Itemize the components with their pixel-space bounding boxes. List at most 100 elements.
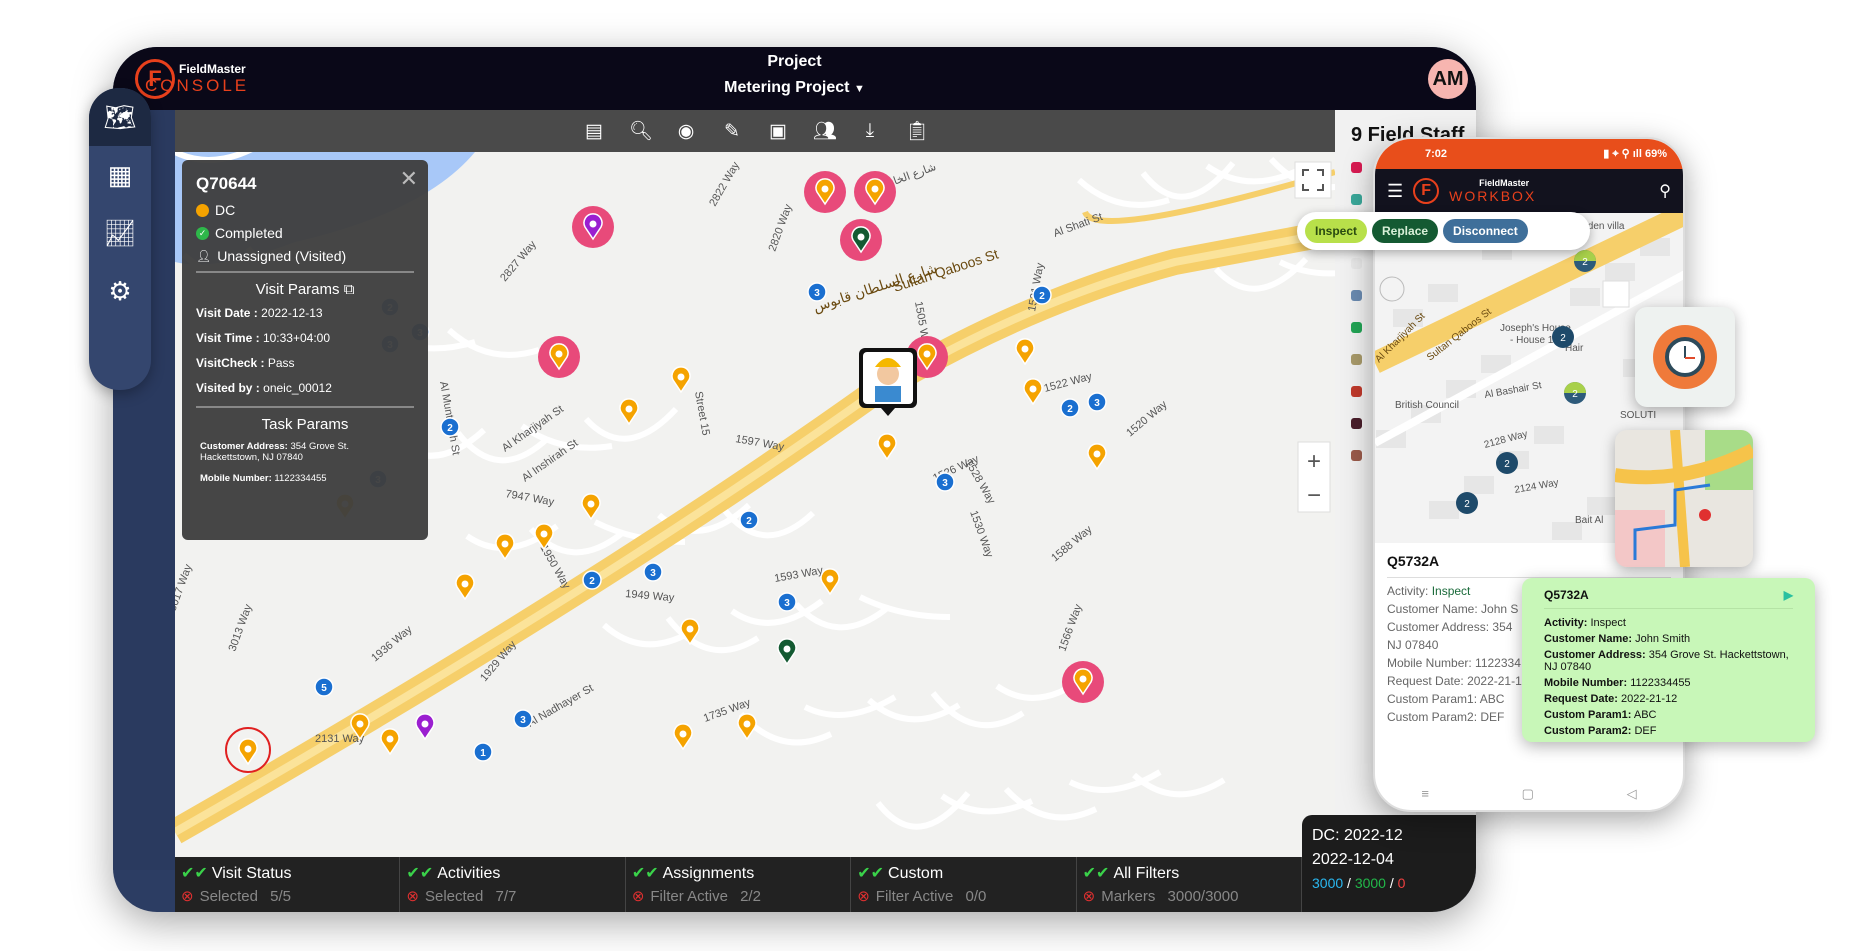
compass-icon[interactable] bbox=[1379, 276, 1405, 302]
visit-marker-pin[interactable] bbox=[820, 568, 840, 596]
visit-marker-pin[interactable] bbox=[840, 219, 882, 261]
phone-marker-cluster[interactable]: 2 bbox=[1456, 492, 1478, 514]
filter-activities[interactable]: ✔✔ Activities ⊗ Selected 7/7 bbox=[400, 857, 626, 912]
chip-replace[interactable]: Replace bbox=[1372, 219, 1439, 243]
detail-row: Request Date: 2022-21-12 bbox=[1544, 693, 1678, 705]
nav-home-button[interactable]: ▢ bbox=[1522, 786, 1534, 802]
marker-cluster[interactable]: 1 bbox=[473, 742, 493, 762]
project-select[interactable]: Metering Project ▼ bbox=[113, 79, 1476, 97]
close-icon[interactable]: ✕ bbox=[400, 166, 418, 192]
visit-marker-pin[interactable] bbox=[804, 171, 846, 213]
map-street-label: Al Shati St bbox=[1052, 211, 1104, 240]
svg-text:1: 1 bbox=[480, 748, 486, 759]
search-chat-icon[interactable]: 🔍︎ bbox=[629, 119, 653, 143]
filter-assignments[interactable]: ✔✔ Assignments ⊗ Filter Active 2/2 bbox=[626, 857, 852, 912]
visit-marker-pin[interactable] bbox=[1087, 443, 1107, 471]
sidebar-item-dashboard[interactable]: ▦ bbox=[89, 146, 151, 204]
visit-marker-pin[interactable] bbox=[619, 398, 639, 426]
visit-marker-pin[interactable] bbox=[877, 433, 897, 461]
zoom-out-button[interactable]: − bbox=[1307, 482, 1321, 509]
filter-visit-status[interactable]: ✔✔ Visit Status ⊗ Selected 5/5 bbox=[175, 857, 401, 912]
phone-marker-cluster[interactable]: 2 bbox=[1574, 250, 1596, 272]
marker-cluster[interactable]: 2 bbox=[440, 417, 460, 437]
staff-color-swatch[interactable] bbox=[1351, 162, 1362, 173]
fullscreen-icon[interactable] bbox=[1294, 161, 1332, 199]
field-staff-avatar-marker[interactable] bbox=[859, 348, 917, 416]
marker-cluster[interactable]: 3 bbox=[643, 562, 663, 582]
visit-marker-pin[interactable] bbox=[1062, 661, 1104, 703]
marker-cluster[interactable]: 3 bbox=[1087, 392, 1107, 412]
navigate-icon[interactable]: ▶ bbox=[1784, 588, 1793, 602]
visit-marker-pin[interactable] bbox=[581, 493, 601, 521]
staff-color-swatch[interactable] bbox=[1351, 194, 1362, 205]
visit-marker-pin[interactable] bbox=[1015, 338, 1035, 366]
clear-filter-icon[interactable]: ⊗ bbox=[1083, 888, 1096, 905]
visit-marker-pin[interactable] bbox=[455, 573, 475, 601]
map-street-label: 7947 Way bbox=[504, 488, 555, 508]
select-area-icon[interactable]: ▣ bbox=[767, 120, 789, 143]
visit-marker-pin[interactable] bbox=[1023, 378, 1043, 406]
marker-cluster[interactable]: 2 bbox=[1032, 285, 1052, 305]
nav-back-button[interactable]: ◁ bbox=[1627, 786, 1637, 802]
staff-color-swatch[interactable] bbox=[1351, 322, 1362, 333]
sidebar-item-map[interactable]: 🗺︎ bbox=[89, 88, 151, 146]
svg-text:3: 3 bbox=[942, 478, 948, 489]
clear-filter-icon[interactable]: ⊗ bbox=[181, 888, 194, 905]
marker-cluster[interactable]: 3 bbox=[935, 472, 955, 492]
visit-marker-pin[interactable] bbox=[572, 206, 614, 248]
menu-icon[interactable]: ☰ bbox=[1387, 181, 1403, 202]
ok-count: 3000 bbox=[1354, 875, 1386, 891]
clear-filter-icon[interactable]: ⊗ bbox=[406, 888, 419, 905]
staff-color-swatch[interactable] bbox=[1351, 290, 1362, 301]
marker-cluster[interactable]: 3 bbox=[777, 592, 797, 612]
chip-inspect[interactable]: Inspect bbox=[1305, 219, 1368, 243]
visit-marker-pin[interactable] bbox=[673, 723, 693, 751]
clipboard-icon[interactable]: 📋︎ bbox=[905, 119, 929, 143]
visit-marker-pin[interactable] bbox=[238, 738, 258, 766]
marker-cluster[interactable]: 3 bbox=[807, 282, 827, 302]
staff-color-swatch[interactable] bbox=[1351, 258, 1362, 269]
download-icon[interactable]: ⤓ bbox=[859, 120, 881, 142]
staff-color-swatch[interactable] bbox=[1351, 354, 1362, 365]
my-location-button[interactable] bbox=[1602, 280, 1630, 308]
clear-filter-icon[interactable]: ⊗ bbox=[857, 888, 870, 905]
staff-color-swatch[interactable] bbox=[1351, 450, 1362, 461]
search-icon[interactable]: ⚲ bbox=[1659, 181, 1671, 201]
add-list-icon[interactable]: ▤ bbox=[583, 120, 605, 143]
eye-icon[interactable]: ◉ bbox=[675, 120, 697, 143]
visit-marker-pin[interactable] bbox=[538, 336, 580, 378]
sidebar-item-analytics[interactable]: 📈︎ bbox=[89, 204, 151, 262]
detail-row: Customer Name: John Smith bbox=[1544, 633, 1691, 645]
visit-marker-pin[interactable] bbox=[854, 171, 896, 213]
visit-marker-pin[interactable] bbox=[495, 533, 515, 561]
visit-marker-pin[interactable] bbox=[671, 366, 691, 394]
sidebar-item-settings[interactable]: ⚙ bbox=[89, 262, 151, 320]
visit-marker-pin[interactable] bbox=[777, 638, 797, 666]
users-check-icon[interactable]: 👥︎ bbox=[813, 119, 837, 143]
zoom-control: +− bbox=[1297, 441, 1331, 513]
filter-custom[interactable]: ✔✔ Custom ⊗ Filter Active 0/0 bbox=[851, 857, 1077, 912]
phone-marker-cluster[interactable]: 2 bbox=[1496, 452, 1518, 474]
avatar[interactable]: AM bbox=[1428, 59, 1468, 99]
route-map-icon bbox=[1615, 430, 1753, 567]
visit-params-link[interactable]: Visit Params ⧉ bbox=[196, 281, 414, 298]
clear-filter-icon[interactable]: ⊗ bbox=[632, 888, 645, 905]
marker-cluster[interactable]: 2 bbox=[1060, 398, 1080, 418]
filter-all-filters[interactable]: ✔✔ All Filters ⊗ Markers 3000/3000 bbox=[1077, 857, 1303, 912]
phone-marker-cluster[interactable]: 2 bbox=[1552, 326, 1574, 348]
visit-marker-pin[interactable] bbox=[737, 713, 757, 741]
staff-color-swatch[interactable] bbox=[1351, 386, 1362, 397]
pen-icon[interactable]: ✎ bbox=[721, 120, 743, 143]
marker-cluster[interactable]: 5 bbox=[314, 677, 334, 697]
visit-marker-pin[interactable] bbox=[380, 728, 400, 756]
marker-cluster[interactable]: 2 bbox=[582, 570, 602, 590]
detail-row: Customer Address: 354 Grove St. Hacketts… bbox=[1544, 649, 1789, 673]
marker-cluster[interactable]: 3 bbox=[513, 709, 533, 729]
visit-marker-pin[interactable] bbox=[415, 713, 435, 741]
phone-marker-cluster[interactable]: 2 bbox=[1564, 382, 1586, 404]
nav-recent-button[interactable]: ≡ bbox=[1421, 786, 1429, 802]
marker-cluster[interactable]: 2 bbox=[739, 510, 759, 530]
zoom-in-button[interactable]: + bbox=[1307, 448, 1321, 475]
staff-color-swatch[interactable] bbox=[1351, 418, 1362, 429]
chip-disconnect[interactable]: Disconnect bbox=[1443, 219, 1528, 243]
